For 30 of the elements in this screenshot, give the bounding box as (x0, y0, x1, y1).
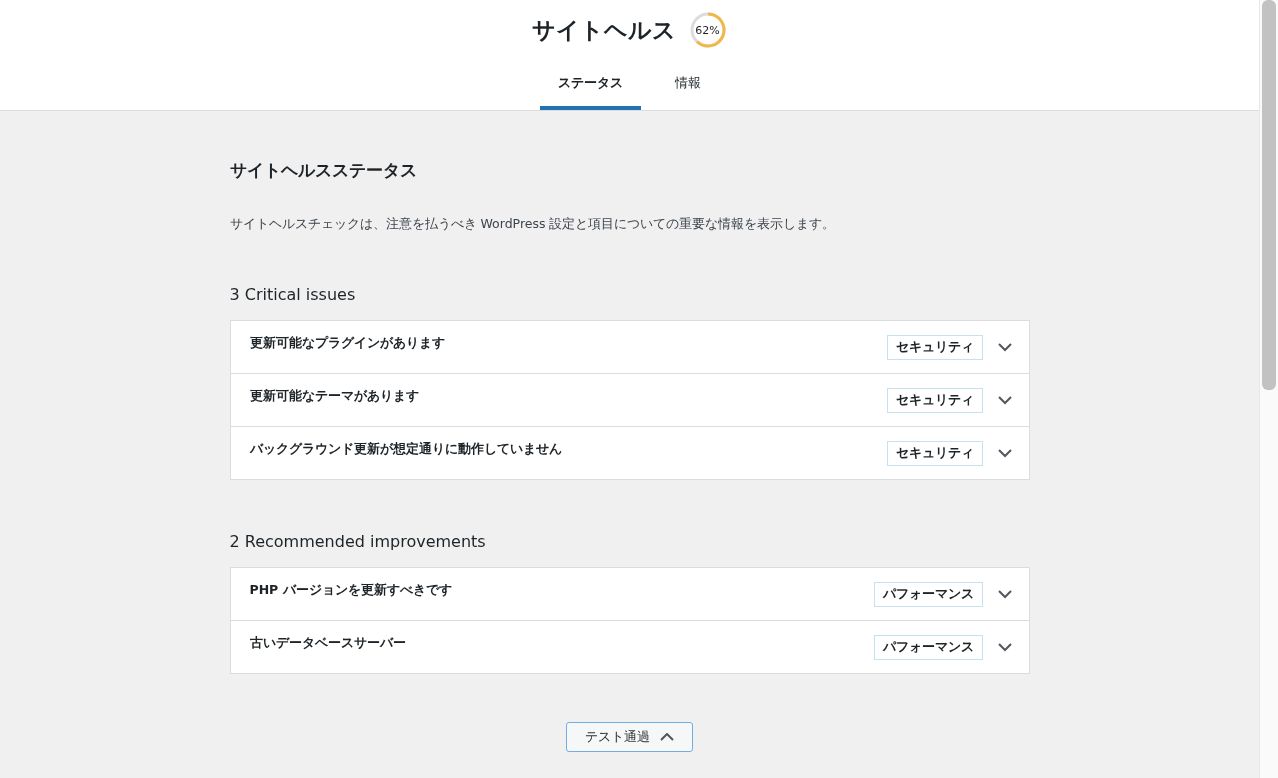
page-title: サイトヘルス (531, 15, 676, 45)
issue-row[interactable]: 更新可能なテーマがあります セキュリティ (230, 373, 1029, 426)
passed-tests-button[interactable]: テスト通過 (566, 722, 693, 752)
issue-label: 更新可能なプラグインがあります (249, 334, 446, 352)
category-badge: パフォーマンス (873, 581, 983, 607)
issue-row[interactable]: 更新可能なプラグインがあります セキュリティ (230, 321, 1029, 373)
category-badge: セキュリティ (886, 334, 983, 360)
chevron-icon[interactable] (996, 342, 1013, 352)
chevron-icon[interactable] (996, 589, 1013, 599)
chevron-icon[interactable] (996, 642, 1013, 652)
issue-label: 更新可能なテーマがあります (249, 387, 420, 405)
category-badge: セキュリティ (886, 440, 983, 466)
group-heading: 3 Critical issues (229, 285, 357, 304)
tab[interactable]: 情報 (657, 62, 719, 110)
category-badge: セキュリティ (886, 387, 983, 413)
category-badge: パフォーマンス (873, 634, 983, 660)
group-heading: 2 Recommended improvements (229, 532, 487, 551)
issue-row[interactable]: PHP バージョンを更新すべきです パフォーマンス (230, 568, 1029, 620)
issue-row[interactable]: 古いデータベースサーバー パフォーマンス (230, 620, 1029, 673)
issue-row[interactable]: バックグラウンド更新が想定通りに動作していません セキュリティ (230, 426, 1029, 479)
issue-label: PHP バージョンを更新すべきです (249, 581, 453, 599)
description: サイトヘルスチェックは、注意を払うべき WordPress 設定と項目についての重要な情報を表示します。 (229, 216, 837, 233)
issue-label: 古いデータベースサーバー (249, 634, 407, 652)
tab[interactable]: ステータス (540, 62, 641, 110)
chevron-icon (660, 732, 674, 742)
issue-label: バックグラウンド更新が想定通りに動作していません (249, 440, 563, 458)
chevron-icon[interactable] (996, 448, 1013, 458)
chevron-icon[interactable] (996, 395, 1013, 405)
scrollbar[interactable] (1259, 0, 1278, 778)
section-heading: サイトヘルスステータス (229, 159, 418, 182)
